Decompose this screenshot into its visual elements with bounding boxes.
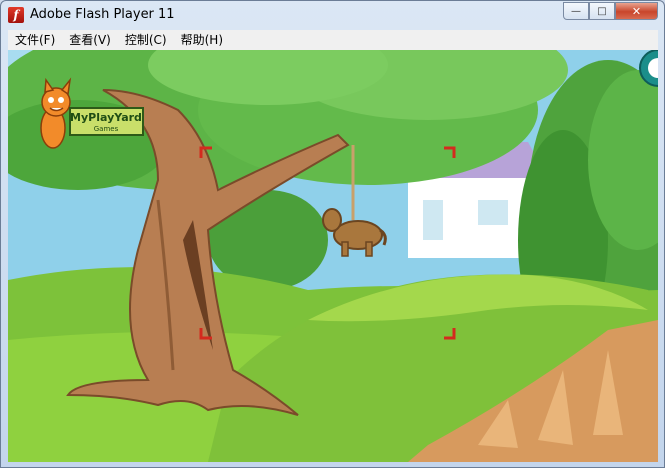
flash-icon: f — [8, 7, 24, 23]
minimize-button[interactable]: — — [563, 2, 589, 20]
maximize-button[interactable]: □ — [589, 2, 615, 20]
logo-subtitle: Games — [94, 125, 119, 133]
logo-title: MyPlayYard — [70, 111, 142, 124]
menu-bar: 文件(F) 查看(V) 控制(C) 帮助(H) — [8, 30, 658, 50]
flash-player-window: f Adobe Flash Player 11 — □ ✕ 文件(F) 查看(V… — [0, 0, 665, 468]
myplayyard-logo[interactable]: MyPlayYard Games — [69, 107, 144, 136]
window-controls: — □ ✕ — [563, 2, 658, 21]
menu-help[interactable]: 帮助(H) — [174, 30, 230, 50]
game-stage[interactable]: MyPlayYard Games — [8, 50, 658, 462]
window-title: Adobe Flash Player 11 — [30, 7, 175, 22]
menu-file[interactable]: 文件(F) — [8, 30, 62, 50]
menu-control[interactable]: 控制(C) — [118, 30, 174, 50]
game-scene[interactable]: MyPlayYard Games — [8, 50, 658, 462]
title-bar[interactable]: f Adobe Flash Player 11 — □ ✕ — [1, 1, 664, 29]
menu-view[interactable]: 查看(V) — [62, 30, 118, 50]
close-button[interactable]: ✕ — [615, 2, 658, 20]
